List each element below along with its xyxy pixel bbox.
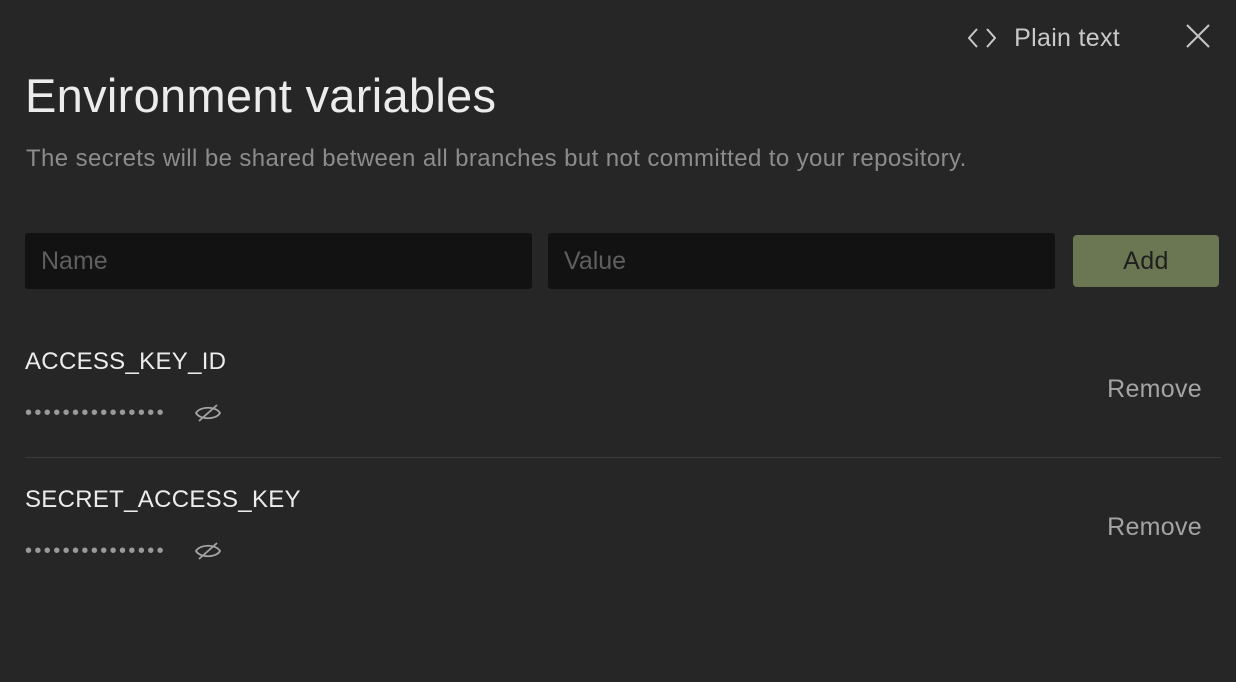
plain-text-label: Plain text: [1014, 23, 1120, 52]
eye-off-icon[interactable]: [192, 398, 224, 428]
top-bar: Plain text: [968, 18, 1218, 58]
code-brackets-icon: [968, 27, 997, 49]
name-input[interactable]: [25, 233, 532, 289]
masked-value: •••••••••••••••: [25, 402, 167, 424]
remove-button[interactable]: Remove: [1107, 375, 1202, 404]
variable-list: ACCESS_KEY_ID ••••••••••••••• Remove SEC…: [25, 320, 1221, 596]
variable-name: ACCESS_KEY_ID: [25, 348, 227, 375]
variable-value-row: •••••••••••••••: [25, 536, 224, 566]
variable-row-access-key-id: ACCESS_KEY_ID ••••••••••••••• Remove: [25, 320, 1221, 458]
page-subtitle: The secrets will be shared between all b…: [26, 145, 967, 172]
close-icon: [1185, 23, 1211, 54]
add-button[interactable]: Add: [1073, 235, 1219, 287]
add-variable-form: Add: [25, 233, 1219, 289]
close-button[interactable]: [1178, 18, 1218, 58]
plain-text-toggle[interactable]: Plain text: [968, 24, 1120, 53]
variable-row-secret-access-key: SECRET_ACCESS_KEY ••••••••••••••• Remove: [25, 458, 1221, 596]
masked-value: •••••••••••••••: [25, 540, 167, 562]
page-title: Environment variables: [25, 69, 497, 122]
eye-off-icon[interactable]: [192, 536, 224, 566]
variable-name: SECRET_ACCESS_KEY: [25, 486, 301, 513]
value-input[interactable]: [548, 233, 1055, 289]
variable-value-row: •••••••••••••••: [25, 398, 224, 428]
remove-button[interactable]: Remove: [1107, 513, 1202, 542]
